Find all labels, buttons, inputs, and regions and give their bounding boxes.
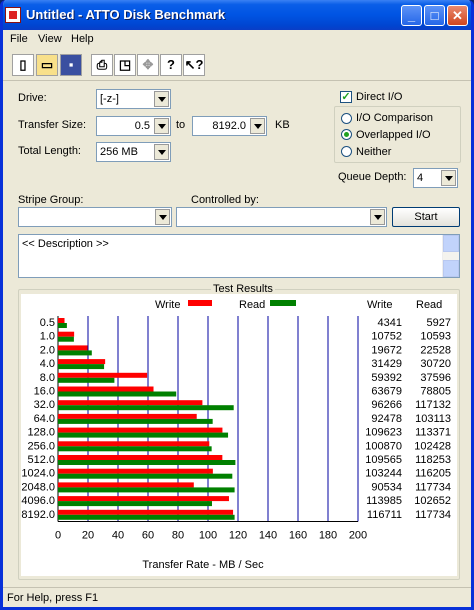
write-value: 113985: [366, 495, 402, 507]
legend-read-label: Read: [239, 299, 265, 311]
read-value: 5927: [427, 317, 451, 329]
x-tick-label: 40: [112, 530, 124, 542]
write-value: 103244: [365, 468, 402, 480]
write-bar: [58, 468, 213, 474]
write-value: 19672: [371, 344, 402, 356]
write-value: 63679: [371, 386, 402, 398]
read-bar: [58, 418, 213, 424]
write-value: 96266: [371, 399, 402, 411]
read-bar: [58, 377, 115, 383]
write-bar: [58, 455, 223, 460]
write-value: 10752: [371, 331, 402, 343]
write-value: 4341: [378, 317, 402, 329]
write-bar: [58, 386, 154, 392]
read-bar: [58, 323, 67, 328]
write-value: 109565: [365, 454, 402, 466]
read-bar: [58, 432, 229, 438]
write-column-header: Write: [367, 299, 392, 311]
write-value: 116711: [367, 509, 402, 521]
read-value: 117734: [415, 509, 451, 521]
write-bar: [58, 427, 223, 433]
read-bar: [58, 350, 92, 356]
category-label: 4.0: [40, 358, 55, 370]
category-label: 512.0: [27, 454, 55, 466]
read-bar: [58, 473, 233, 479]
read-value: 30720: [420, 358, 451, 370]
x-tick-label: 60: [142, 530, 154, 542]
read-bar: [58, 336, 74, 342]
x-axis-label: Transfer Rate - MB / Sec: [142, 559, 264, 571]
legend-write-swatch: [188, 300, 212, 306]
legend-read-swatch: [270, 300, 296, 306]
category-label: 16.0: [34, 386, 55, 398]
read-value: 113371: [415, 427, 451, 439]
category-label: 4096.0: [21, 495, 55, 507]
write-bar: [58, 400, 203, 406]
write-value: 92478: [371, 413, 402, 425]
write-bar: [58, 496, 229, 502]
write-value: 109623: [365, 427, 402, 439]
x-tick-label: 160: [289, 530, 307, 542]
x-tick-label: 200: [349, 530, 367, 542]
category-label: 2048.0: [21, 481, 55, 493]
x-tick-label: 0: [55, 530, 61, 542]
read-value: 118253: [415, 454, 451, 466]
category-label: 256.0: [27, 440, 55, 452]
read-bar: [58, 460, 236, 465]
write-bar: [58, 441, 210, 447]
category-label: 0.5: [40, 317, 55, 329]
x-tick-label: 80: [172, 530, 184, 542]
write-value: 90534: [371, 481, 402, 493]
read-value: 78805: [420, 386, 451, 398]
x-tick-label: 120: [229, 530, 247, 542]
read-value: 103113: [415, 413, 451, 425]
app-window: Untitled - ATTO Disk Benchmark _ □ ✕ Fil…: [0, 0, 474, 610]
status-text: For Help, press F1: [7, 592, 99, 604]
category-label: 1024.0: [21, 468, 55, 480]
category-label: 1.0: [40, 331, 55, 343]
read-bar: [58, 487, 235, 493]
category-label: 2.0: [40, 344, 55, 356]
write-bar: [58, 509, 234, 515]
write-bar: [58, 482, 194, 488]
write-value: 31429: [371, 358, 402, 370]
read-bar: [58, 514, 235, 520]
read-bar: [58, 364, 105, 370]
read-value: 102652: [414, 495, 451, 507]
read-value: 102428: [414, 440, 451, 452]
category-label: 8.0: [40, 372, 55, 384]
results-chart: 0 20 40 60 80 100 120 140 160 180 200 0.5 4341 5927 1.…: [21, 294, 457, 576]
x-tick-label: 180: [319, 530, 337, 542]
read-column-header: Read: [416, 299, 442, 311]
write-bar: [58, 345, 88, 351]
legend-write-label: Write: [155, 299, 180, 311]
category-label: 128.0: [27, 427, 55, 439]
category-label: 32.0: [34, 399, 55, 411]
write-value: 100870: [365, 440, 402, 452]
write-bar: [58, 331, 75, 337]
read-bar: [58, 501, 212, 507]
status-bar: For Help, press F1: [3, 587, 471, 607]
category-label: 8192.0: [21, 509, 55, 521]
read-bar: [58, 446, 212, 452]
write-bar: [58, 318, 65, 323]
read-value: 117734: [415, 481, 451, 493]
read-value: 37596: [420, 372, 451, 384]
category-label: 64.0: [34, 413, 55, 425]
x-tick-label: 20: [82, 530, 94, 542]
write-bar: [58, 413, 197, 419]
read-value: 10593: [420, 331, 451, 343]
read-value: 22528: [420, 344, 451, 356]
write-bar: [58, 372, 148, 378]
read-bar: [58, 391, 177, 397]
write-bar: [58, 359, 106, 365]
x-tick-label: 100: [199, 530, 217, 542]
write-value: 59392: [371, 372, 402, 384]
read-value: 116205: [415, 468, 451, 480]
read-bar: [58, 405, 234, 411]
x-tick-label: 140: [259, 530, 277, 542]
read-value: 117132: [415, 399, 451, 411]
